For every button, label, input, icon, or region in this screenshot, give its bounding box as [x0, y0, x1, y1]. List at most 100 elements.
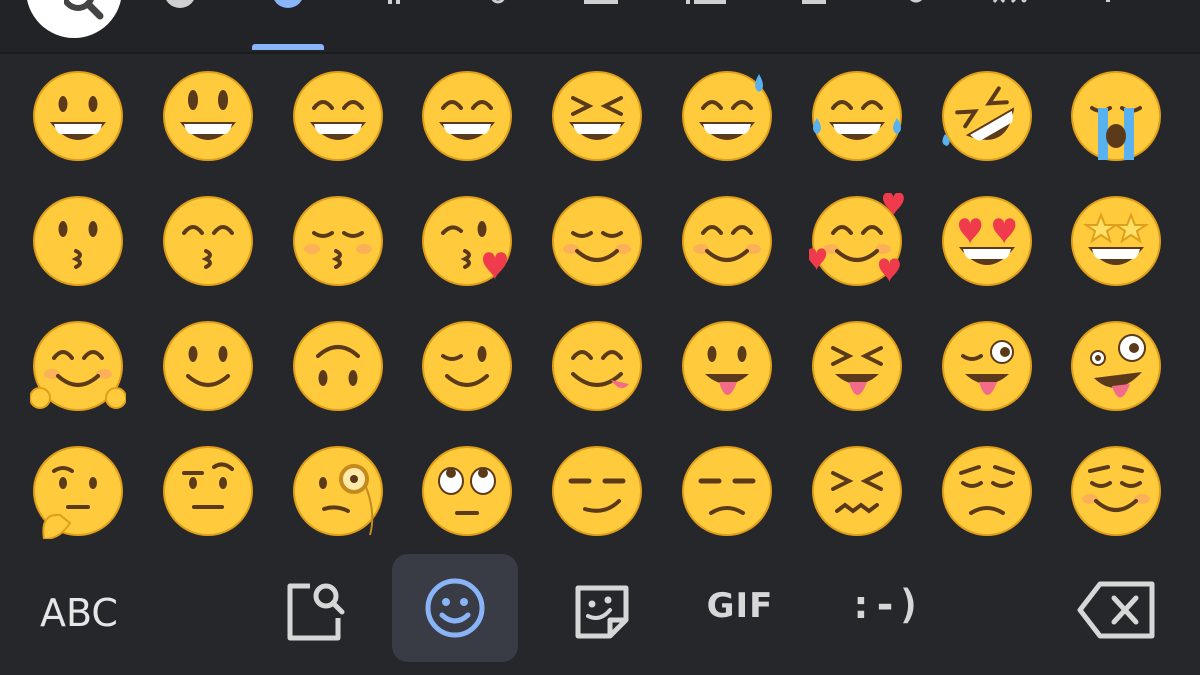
- emoticon-label: :-): [848, 582, 922, 628]
- emoji-smiling-face-hearts[interactable]: [791, 183, 921, 307]
- emoji-search-key[interactable]: [270, 552, 370, 662]
- search-icon: [64, 0, 104, 20]
- selected-tab-indicator: [252, 44, 324, 50]
- symbols-icon: [992, 0, 1027, 4]
- food-icon: [584, 0, 618, 4]
- upside-down-face-icon: [293, 321, 383, 411]
- paw-icon: [491, 0, 505, 4]
- emoji-face-with-monocle[interactable]: [272, 433, 402, 557]
- emoji-relieved-face[interactable]: [1050, 433, 1180, 557]
- winking-face-icon: [422, 321, 512, 411]
- loudly-crying-face-icon: [1071, 71, 1161, 161]
- pensive-face-icon: [942, 446, 1032, 536]
- emoji-face-with-tongue[interactable]: [661, 308, 791, 432]
- emoji-face-savoring-food[interactable]: [531, 308, 661, 432]
- tab-symbols[interactable]: [980, 0, 1040, 40]
- person-icon: [388, 0, 400, 4]
- emoji-grinning-face[interactable]: [12, 58, 142, 182]
- hugging-face-icon: [30, 321, 126, 411]
- face-raised-eyebrow-icon: [163, 446, 253, 536]
- emoji-beaming-face[interactable]: [401, 58, 531, 182]
- emoticon-key[interactable]: :-): [840, 552, 930, 662]
- tab-smileys[interactable]: [258, 0, 318, 40]
- emoji-search-button[interactable]: [26, 0, 122, 38]
- emoji-category-bar: [0, 0, 1200, 54]
- emoji-grinning-squinting-face[interactable]: [531, 58, 661, 182]
- face-tears-of-joy-icon: [812, 71, 902, 161]
- emoji-winking-face[interactable]: [401, 308, 531, 432]
- building-icon: [686, 0, 726, 4]
- emoji-star-struck[interactable]: [1050, 183, 1180, 307]
- gif-key[interactable]: GIF: [700, 552, 780, 662]
- zany-face-icon: [1071, 321, 1161, 411]
- emoji-face-tears-of-joy[interactable]: [791, 58, 921, 182]
- gif-label: GIF: [706, 586, 774, 626]
- smiley-icon: [425, 578, 485, 638]
- emoji-loudly-crying-face[interactable]: [1050, 58, 1180, 182]
- tab-people[interactable]: [362, 0, 422, 40]
- tab-food[interactable]: [570, 0, 630, 40]
- flag-icon: [1106, 0, 1110, 2]
- emoji-face-blowing-kiss[interactable]: [401, 183, 531, 307]
- emoji-pensive-face[interactable]: [921, 433, 1051, 557]
- emoji-winking-face-tongue[interactable]: [921, 308, 1051, 432]
- smiling-face-hearts-icon: [809, 193, 904, 286]
- emoji-grid: [12, 58, 1188, 552]
- emoji-face-rolling-eyes[interactable]: [401, 433, 531, 557]
- emoji-tab-button[interactable]: [392, 554, 518, 662]
- emoji-smiling-face[interactable]: [531, 183, 661, 307]
- emoji-smiling-face-smiling-eyes[interactable]: [661, 183, 791, 307]
- emoji-kissing-face-smiling-eyes[interactable]: [142, 183, 272, 307]
- grinning-face-big-eyes-icon: [163, 71, 253, 161]
- kissing-face-smiling-eyes-icon: [163, 196, 253, 286]
- rolling-on-floor-laughing-icon: [942, 71, 1032, 161]
- emoji-heart-eyes[interactable]: [921, 183, 1051, 307]
- thinking-face-icon: [33, 446, 123, 539]
- confounded-face-icon: [812, 446, 902, 536]
- keyboard-bottom-bar: ABC GIF :-): [0, 552, 1200, 675]
- tab-flags[interactable]: [1078, 0, 1138, 40]
- emoji-upside-down-face[interactable]: [272, 308, 402, 432]
- grinning-squinting-face-icon: [552, 71, 642, 161]
- tab-activities[interactable]: [784, 0, 844, 40]
- emoji-hugging-face[interactable]: [12, 308, 142, 432]
- face-with-tongue-icon: [682, 321, 772, 411]
- slightly-smiling-face-icon: [163, 321, 253, 411]
- winking-face-tongue-icon: [942, 321, 1032, 411]
- emoji-face-raised-eyebrow[interactable]: [142, 433, 272, 557]
- unamused-face-icon: [682, 446, 772, 536]
- emoji-kissing-face-closed-eyes[interactable]: [272, 183, 402, 307]
- tab-animals[interactable]: [468, 0, 528, 40]
- grinning-face-sweat-icon: [682, 71, 772, 161]
- abc-key[interactable]: ABC: [40, 588, 140, 638]
- grinning-face-icon: [33, 71, 123, 161]
- emoji-confounded-face[interactable]: [791, 433, 921, 557]
- emoji-squinting-face-tongue[interactable]: [791, 308, 921, 432]
- emoji-thinking-face[interactable]: [12, 433, 142, 557]
- sticker-icon: [575, 585, 629, 639]
- emoji-unamused-face[interactable]: [661, 433, 791, 557]
- emoji-grinning-face-big-eyes[interactable]: [142, 58, 272, 182]
- emoji-kissing-face[interactable]: [12, 183, 142, 307]
- emoji-rolling-on-floor-laughing[interactable]: [921, 58, 1051, 182]
- face-blowing-kiss-icon: [422, 196, 512, 286]
- tab-recent[interactable]: [150, 0, 210, 40]
- beaming-face-icon: [422, 71, 512, 161]
- emoji-zany-face[interactable]: [1050, 308, 1180, 432]
- star-struck-icon: [1071, 196, 1161, 286]
- tab-travel[interactable]: [672, 0, 732, 40]
- backspace-key[interactable]: [1070, 552, 1170, 662]
- sticker-key[interactable]: [566, 552, 666, 662]
- smiley-icon: [274, 0, 302, 8]
- tab-objects[interactable]: [886, 0, 946, 40]
- emoji-smirking-face[interactable]: [531, 433, 661, 557]
- emoji-grinning-face-sweat[interactable]: [661, 58, 791, 182]
- kissing-face-closed-eyes-icon: [293, 196, 383, 286]
- emoji-grinning-face-smiling-eyes[interactable]: [272, 58, 402, 182]
- squinting-face-tongue-icon: [812, 321, 902, 411]
- smiling-face-smiling-eyes-icon: [682, 196, 772, 286]
- emoji-slightly-smiling-face[interactable]: [142, 308, 272, 432]
- heart-eyes-icon: [942, 196, 1032, 286]
- kissing-face-icon: [33, 196, 123, 286]
- face-rolling-eyes-icon: [422, 446, 512, 536]
